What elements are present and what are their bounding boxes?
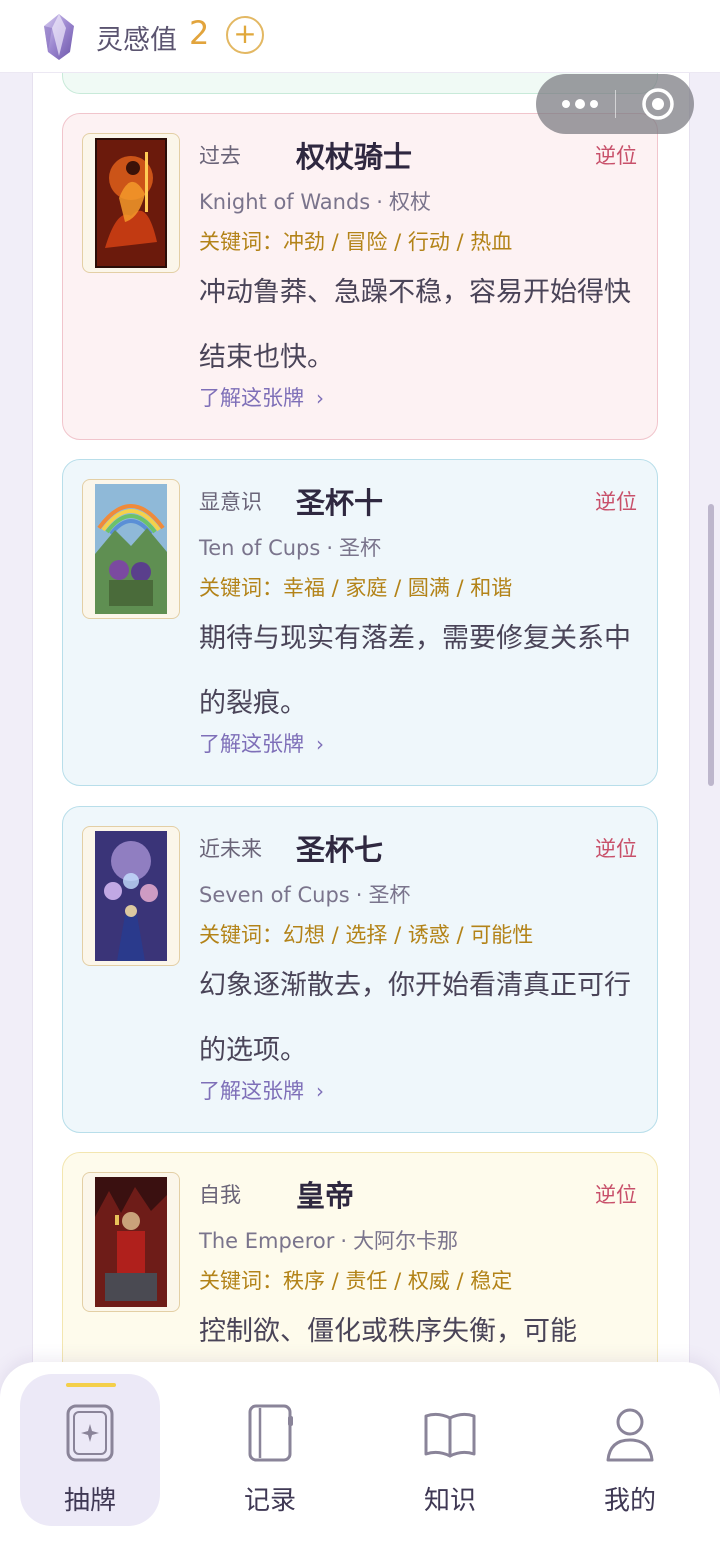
card-english-name: The Emperor · 大阿尔卡那 <box>199 1229 459 1253</box>
card-description: 期待与现实有落差，需要修复关系中的裂痕。 <box>199 623 631 719</box>
learn-more-label: 了解这张牌 <box>199 732 304 756</box>
learn-more-label: 了解这张牌 <box>199 1079 304 1103</box>
nav-item-knowledge[interactable]: 知识 <box>380 1374 520 1526</box>
bottom-nav: 抽牌 记录 知识 我的 <box>0 1362 720 1544</box>
card-position: 显意识 <box>199 490 262 514</box>
seven-of-cups-art-icon <box>95 831 167 961</box>
tarot-card-result: 近未来 圣杯七 逆位 Seven of Cups · 圣杯 关键词：幻想 / 选择 … <box>62 806 658 1133</box>
card-name: 权杖骑士 <box>296 140 413 174</box>
active-indicator <box>66 1383 116 1387</box>
crystal-gem-icon <box>44 14 74 60</box>
card-description: 控制欲、僵化或秩序失衡，可能 <box>199 1316 577 1347</box>
card-thumbnail[interactable] <box>82 826 180 966</box>
card-thumbnail[interactable] <box>82 133 180 273</box>
card-suit: 圣杯 <box>339 536 382 560</box>
card-keywords: 关键词：冲劲 / 冒险 / 行动 / 热血 <box>199 230 513 254</box>
more-options-icon[interactable] <box>556 92 612 116</box>
card-thumbnail[interactable] <box>82 1172 180 1312</box>
tarot-card-icon <box>66 1404 114 1462</box>
card-english-name: Ten of Cups · 圣杯 <box>199 536 382 560</box>
card-orientation: 逆位 <box>595 144 637 168</box>
card-name: 皇帝 <box>296 1179 355 1213</box>
card-description: 幻象逐渐散去，你开始看清真正可行的选项。 <box>199 970 631 1066</box>
tarot-card-result: 过去 权杖骑士 逆位 Knight of Wands · 权杖 关键词：冲劲 / 冒… <box>62 113 658 440</box>
inspiration-label: 灵感值 <box>96 25 177 56</box>
close-miniprogram-icon[interactable] <box>640 86 676 122</box>
english-name: The Emperor <box>199 1229 335 1253</box>
card-english-name: Knight of Wands · 权杖 <box>199 190 431 214</box>
learn-more-link[interactable]: 了解这张牌 › <box>199 1075 324 1105</box>
tarot-card-result: 显意识 圣杯十 逆位 Ten of Cups · 圣杯 关键词：幸福 / 家庭 / … <box>62 459 658 786</box>
miniprogram-capsule <box>536 74 694 134</box>
card-keywords: 关键词：幸福 / 家庭 / 圆满 / 和谐 <box>199 576 513 600</box>
english-name: Ten of Cups <box>199 536 321 560</box>
card-position: 自我 <box>199 1183 241 1207</box>
card-thumbnail[interactable] <box>82 479 180 619</box>
top-bar: 灵感值 2 + <box>0 0 720 73</box>
learn-more-link[interactable]: 了解这张牌 › <box>199 382 324 412</box>
book-icon <box>424 1412 476 1458</box>
english-name: Seven of Cups <box>199 883 350 907</box>
notebook-icon <box>248 1404 293 1462</box>
inspiration-value: 2 <box>189 14 210 52</box>
nav-item-records[interactable]: 记录 <box>200 1374 340 1526</box>
chevron-right-icon: › <box>316 386 324 410</box>
knight-of-wands-art-icon <box>95 138 167 268</box>
card-suit: 大阿尔卡那 <box>353 1229 459 1253</box>
nav-label: 我的 <box>603 1486 656 1516</box>
card-name: 圣杯七 <box>296 833 384 867</box>
tarot-card-result: 自我 皇帝 逆位 The Emperor · 大阿尔卡那 关键词：秩序 / 责任 /… <box>62 1152 658 1392</box>
card-orientation: 逆位 <box>595 837 637 861</box>
english-name: Knight of Wands <box>199 190 371 214</box>
user-icon <box>606 1408 654 1462</box>
card-position: 近未来 <box>199 837 262 861</box>
card-keywords: 关键词：幻想 / 选择 / 诱惑 / 可能性 <box>199 923 534 947</box>
card-suit: 权杖 <box>388 190 431 214</box>
learn-more-label: 了解这张牌 <box>199 386 304 410</box>
card-keywords: 关键词：秩序 / 责任 / 权威 / 稳定 <box>199 1269 513 1293</box>
chevron-right-icon: › <box>316 1079 324 1103</box>
nav-item-draw[interactable]: 抽牌 <box>20 1374 160 1526</box>
nav-label: 抽牌 <box>63 1486 116 1516</box>
learn-more-link[interactable]: 了解这张牌 › <box>199 728 324 758</box>
card-description: 冲动鲁莽、急躁不稳，容易开始得快结束也快。 <box>199 277 631 373</box>
the-emperor-art-icon <box>95 1177 167 1307</box>
card-english-name: Seven of Cups · 圣杯 <box>199 883 411 907</box>
card-orientation: 逆位 <box>595 1183 637 1207</box>
ten-of-cups-art-icon <box>95 484 167 614</box>
card-suit: 圣杯 <box>368 883 411 907</box>
nav-item-profile[interactable]: 我的 <box>560 1374 700 1526</box>
nav-label: 知识 <box>423 1486 476 1516</box>
scrollbar[interactable] <box>708 504 714 786</box>
chevron-right-icon: › <box>316 732 324 756</box>
card-orientation: 逆位 <box>595 490 637 514</box>
nav-label: 记录 <box>243 1486 296 1516</box>
add-inspiration-button[interactable]: + <box>226 16 264 54</box>
capsule-divider <box>615 90 616 118</box>
card-name: 圣杯十 <box>296 486 384 520</box>
card-position: 过去 <box>199 144 241 168</box>
